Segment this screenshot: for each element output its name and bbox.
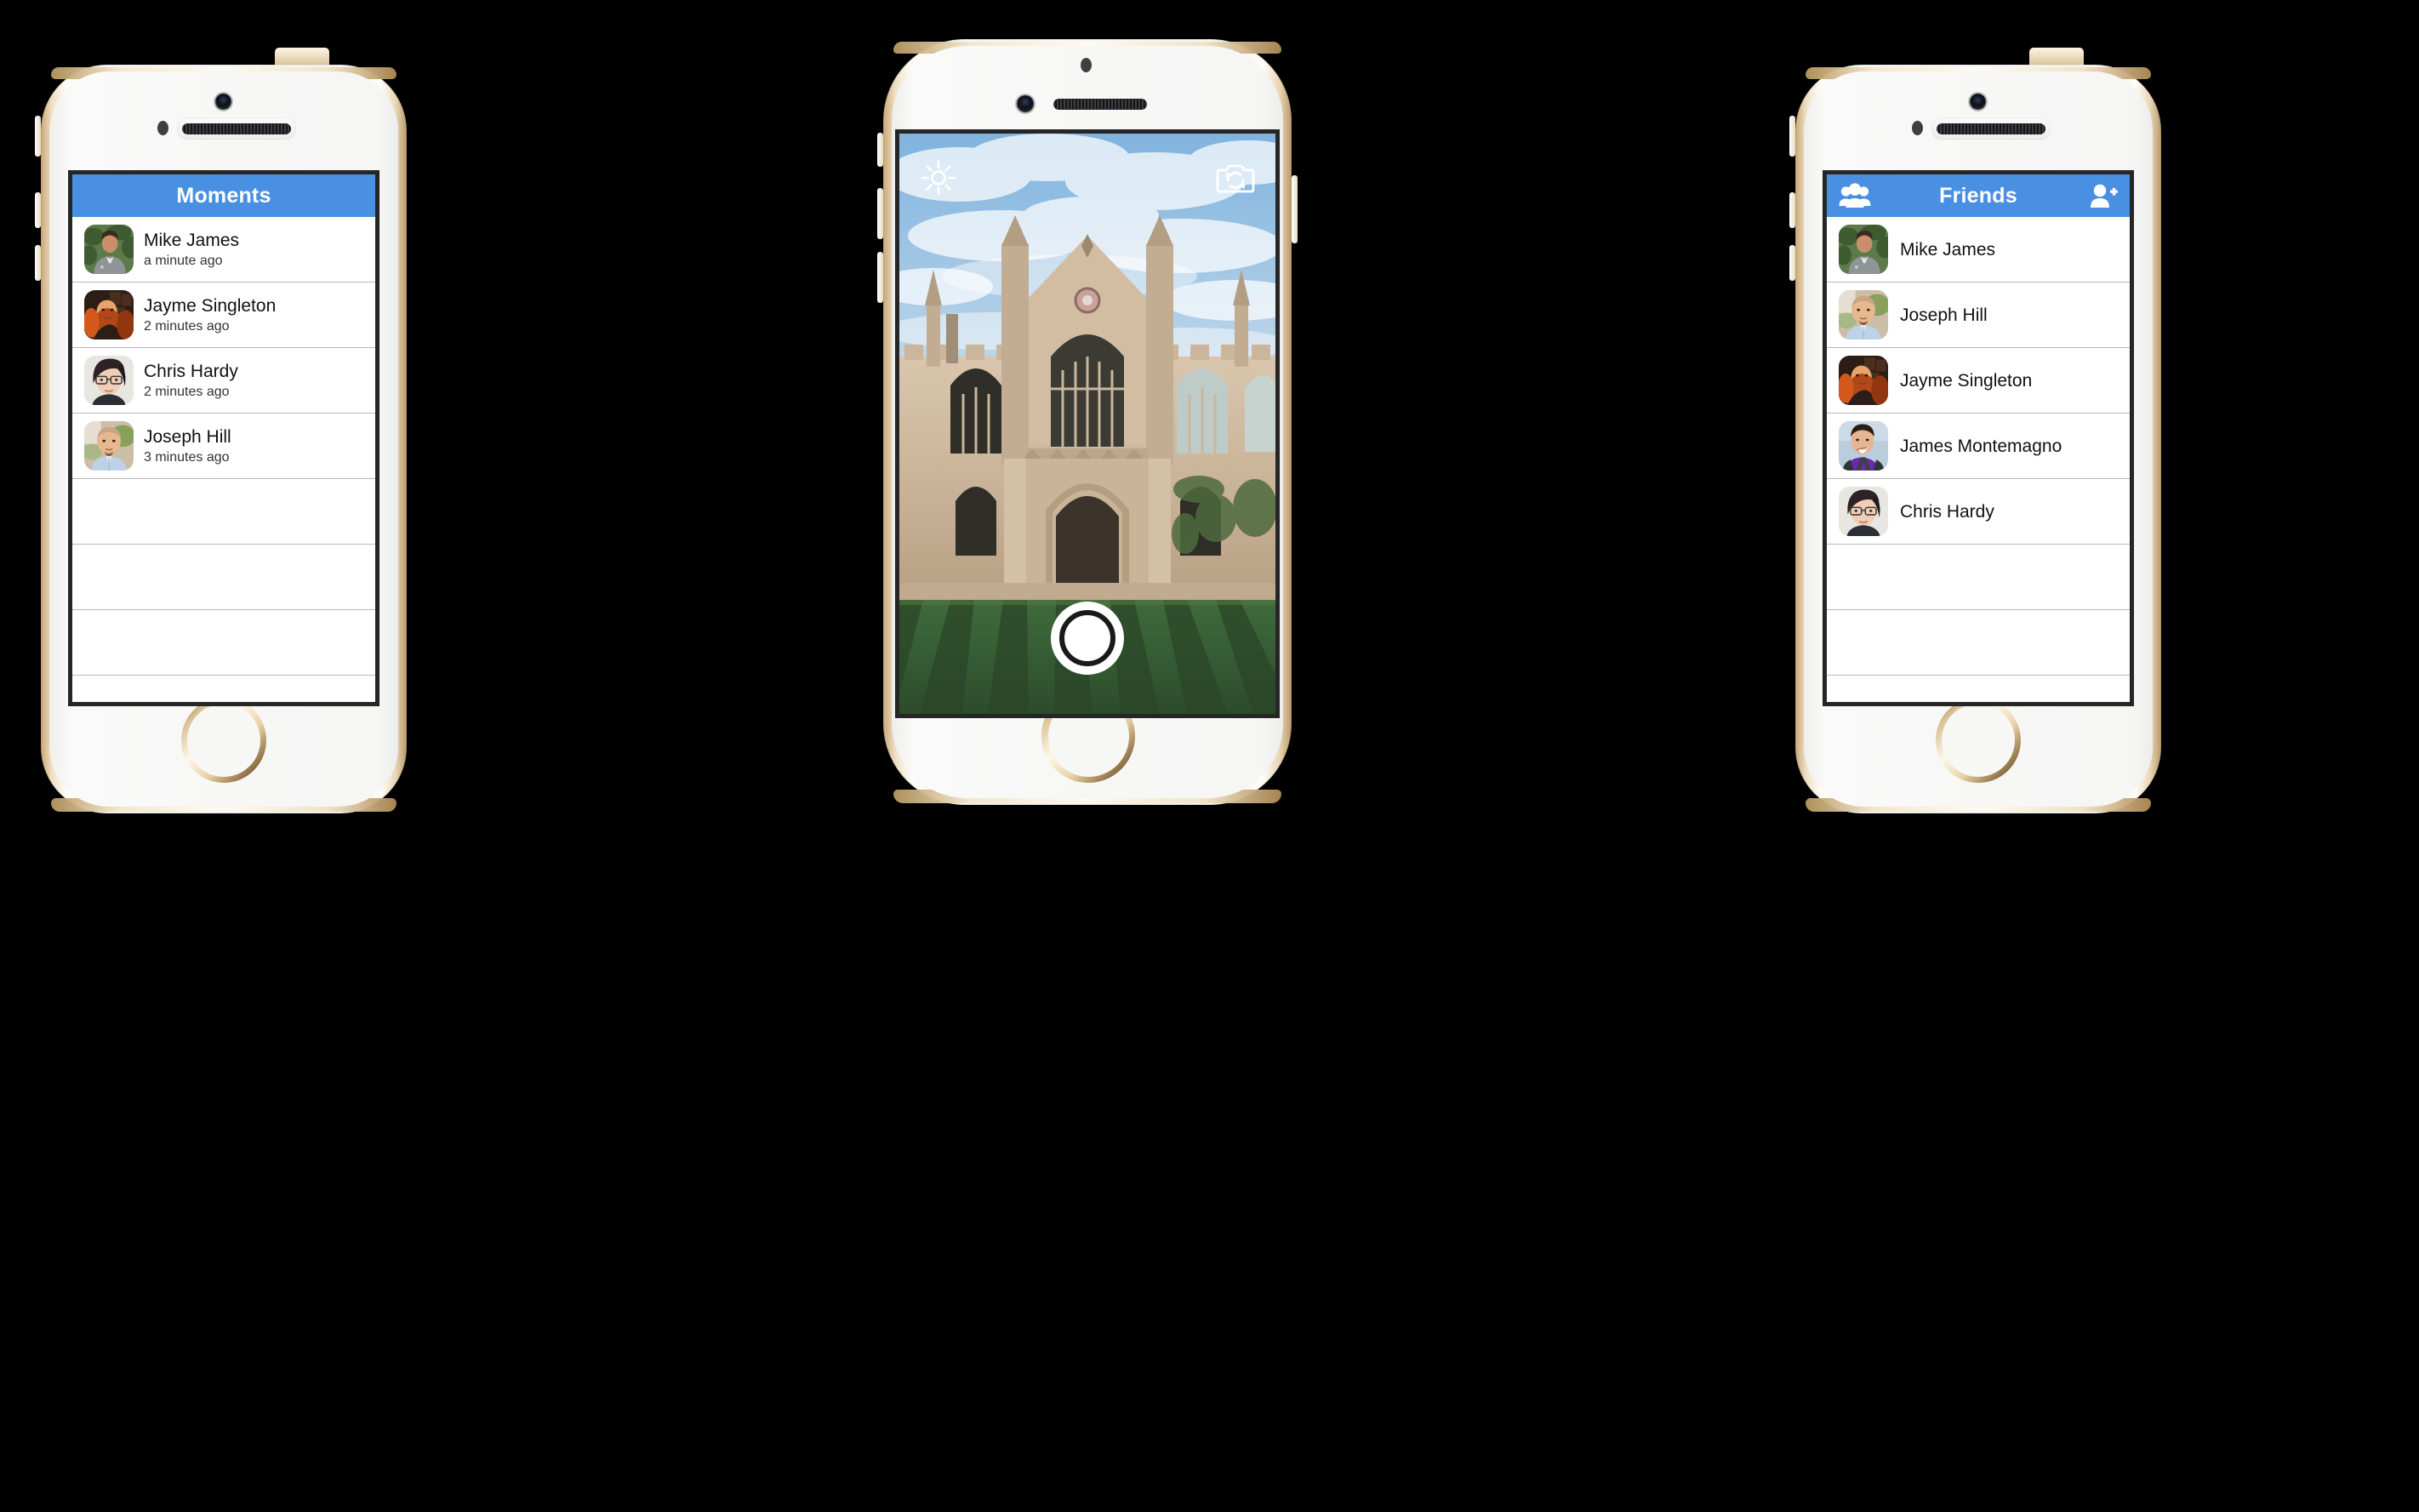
friend-name: James Montemagno xyxy=(1900,436,2062,456)
phone-right: Friends Mike James Joseph Hill Jayme Singl… xyxy=(1789,48,2161,813)
add-friend-icon[interactable] xyxy=(2089,183,2118,208)
moment-timestamp: 2 minutes ago xyxy=(144,384,230,399)
moment-row[interactable]: Mike James a minute ago xyxy=(72,217,375,282)
moments-navbar: Moments xyxy=(72,174,375,217)
power-button[interactable] xyxy=(2029,48,2084,66)
sun-icon[interactable] xyxy=(920,159,957,197)
chris-hardy-avatar xyxy=(84,356,134,405)
moment-timestamp: 3 minutes ago xyxy=(144,449,230,465)
friend-name: Mike James xyxy=(1900,239,1996,260)
moment-row-text: Joseph Hill 3 minutes ago xyxy=(144,426,231,466)
volume-down-button[interactable] xyxy=(35,245,41,281)
empty-list-row xyxy=(1827,676,2130,702)
earpiece-speaker-icon xyxy=(177,117,296,140)
james-montemagno-avatar xyxy=(1839,421,1888,471)
empty-list-row xyxy=(1827,545,2130,610)
friends-screen: Friends Mike James Joseph Hill Jayme Singl… xyxy=(1823,170,2134,706)
empty-list-row xyxy=(1827,610,2130,676)
friend-row-text: Chris Hardy xyxy=(1900,501,1994,522)
moment-person-name: Jayme Singleton xyxy=(144,295,277,316)
moments-list[interactable]: Mike James a minute ago Jayme Singleton 2 m… xyxy=(72,217,375,676)
power-button[interactable] xyxy=(275,48,329,66)
moment-row-text: Mike James a minute ago xyxy=(144,230,239,270)
empty-list-row xyxy=(72,545,375,610)
power-button[interactable] xyxy=(1292,175,1298,243)
page-title: Friends xyxy=(1939,183,2017,208)
jayme-singleton-avatar xyxy=(1839,356,1888,405)
phone-left: Moments Mike James a minute ago Jayme Sing… xyxy=(35,48,407,813)
volume-down-button[interactable] xyxy=(1789,245,1795,281)
proximity-sensor-icon xyxy=(157,121,168,135)
friend-row-text: James Montemagno xyxy=(1900,436,2062,457)
home-button[interactable] xyxy=(181,698,266,783)
friend-row-text: Joseph Hill xyxy=(1900,305,1988,326)
page-title: Moments xyxy=(176,183,271,208)
friend-row[interactable]: Chris Hardy xyxy=(1827,479,2130,545)
mike-james-avatar xyxy=(84,225,134,274)
friend-name: Joseph Hill xyxy=(1900,305,1988,325)
camera-viewfinder[interactable] xyxy=(899,134,1275,714)
home-button[interactable] xyxy=(1936,698,2021,783)
moment-row[interactable]: Chris Hardy 2 minutes ago xyxy=(72,348,375,414)
friends-navbar: Friends xyxy=(1827,174,2130,217)
moment-timestamp: a minute ago xyxy=(144,253,223,268)
jayme-singleton-avatar xyxy=(84,290,134,339)
moment-row[interactable]: Joseph Hill 3 minutes ago xyxy=(72,414,375,479)
earpiece-speaker-icon xyxy=(1931,117,2051,140)
moment-row-text: Chris Hardy 2 minutes ago xyxy=(144,361,238,401)
mute-switch[interactable] xyxy=(877,133,883,167)
volume-up-button[interactable] xyxy=(35,192,41,228)
moment-row[interactable]: Jayme Singleton 2 minutes ago xyxy=(72,282,375,348)
proximity-sensor-icon xyxy=(1912,121,1923,135)
volume-up-button[interactable] xyxy=(877,188,883,239)
friend-row[interactable]: James Montemagno xyxy=(1827,414,2130,479)
chris-hardy-avatar xyxy=(1839,487,1888,536)
group-people-icon[interactable] xyxy=(1839,183,1871,208)
mute-switch[interactable] xyxy=(35,116,41,157)
friend-row-text: Mike James xyxy=(1900,239,1995,260)
moments-screen: Moments Mike James a minute ago Jayme Sing… xyxy=(68,170,379,706)
front-camera-icon xyxy=(1970,94,1986,110)
front-camera-icon xyxy=(1017,95,1034,112)
friend-row-text: Jayme Singleton xyxy=(1900,370,2032,391)
proximity-sensor-icon xyxy=(1081,58,1092,72)
moment-person-name: Chris Hardy xyxy=(144,361,238,381)
volume-down-button[interactable] xyxy=(877,252,883,303)
camera-screen xyxy=(895,129,1280,718)
friend-row[interactable]: Jayme Singleton xyxy=(1827,348,2130,414)
moment-timestamp: 2 minutes ago xyxy=(144,318,230,334)
friend-row[interactable]: Joseph Hill xyxy=(1827,282,2130,348)
empty-list-row xyxy=(72,479,375,545)
friends-list[interactable]: Mike James Joseph Hill Jayme Singleton Jame… xyxy=(1827,217,2130,702)
mute-switch[interactable] xyxy=(1789,116,1795,157)
empty-list-row xyxy=(72,610,375,676)
screenshot-stage: Moments Mike James a minute ago Jayme Sing… xyxy=(0,0,2419,1512)
joseph-hill-avatar xyxy=(84,421,134,471)
front-camera-icon xyxy=(215,94,231,110)
phone-center xyxy=(877,39,1298,805)
shutter-button[interactable] xyxy=(1051,602,1124,675)
joseph-hill-avatar xyxy=(1839,290,1888,339)
moment-person-name: Joseph Hill xyxy=(144,426,231,447)
friend-name: Jayme Singleton xyxy=(1900,370,2033,391)
mike-james-avatar xyxy=(1839,225,1888,274)
earpiece-speaker-icon xyxy=(1053,99,1147,110)
moment-person-name: Mike James xyxy=(144,230,240,250)
camera-flip-icon[interactable] xyxy=(1216,161,1255,195)
volume-up-button[interactable] xyxy=(1789,192,1795,228)
friend-row[interactable]: Mike James xyxy=(1827,217,2130,282)
friend-name: Chris Hardy xyxy=(1900,501,1994,522)
moment-row-text: Jayme Singleton 2 minutes ago xyxy=(144,295,276,335)
